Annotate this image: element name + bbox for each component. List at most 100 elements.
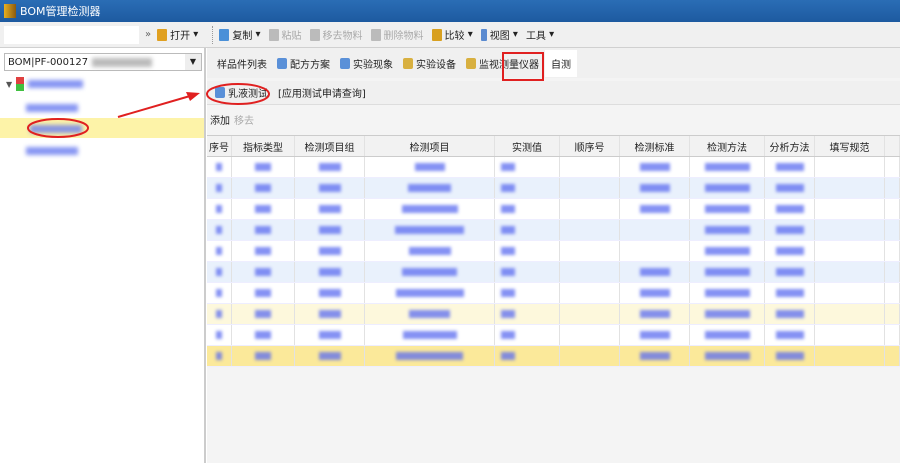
table-cell[interactable] <box>495 283 560 303</box>
column-header[interactable]: 检测项目 <box>365 136 495 156</box>
table-cell[interactable] <box>815 262 885 282</box>
table-row[interactable] <box>207 178 900 199</box>
table-cell[interactable] <box>365 262 495 282</box>
tab-formula[interactable]: 配方方案 <box>277 56 330 71</box>
table-cell[interactable] <box>495 262 560 282</box>
table-cell[interactable] <box>620 325 690 345</box>
table-cell[interactable] <box>295 304 365 324</box>
table-cell[interactable] <box>207 262 232 282</box>
table-cell[interactable] <box>815 325 885 345</box>
table-cell[interactable] <box>620 283 690 303</box>
table-cell[interactable] <box>815 199 885 219</box>
table-cell[interactable] <box>495 220 560 240</box>
table-cell[interactable] <box>690 157 765 177</box>
table-row[interactable] <box>207 325 900 346</box>
table-cell[interactable] <box>495 346 560 366</box>
table-cell[interactable] <box>365 283 495 303</box>
table-cell[interactable] <box>295 346 365 366</box>
table-cell[interactable] <box>495 241 560 261</box>
table-cell[interactable] <box>620 178 690 198</box>
bom-select[interactable]: BOM|PF-000127 ▼ <box>4 53 202 71</box>
tab-sample-list[interactable]: 样品件列表 <box>217 56 267 71</box>
table-cell[interactable] <box>620 262 690 282</box>
table-cell[interactable] <box>365 325 495 345</box>
table-cell[interactable] <box>207 304 232 324</box>
table-cell[interactable] <box>560 346 620 366</box>
table-cell[interactable] <box>207 283 232 303</box>
table-cell[interactable] <box>365 157 495 177</box>
table-cell[interactable] <box>495 304 560 324</box>
table-row[interactable] <box>207 157 900 178</box>
table-cell[interactable] <box>560 283 620 303</box>
column-header[interactable]: 序号 <box>207 136 232 156</box>
table-cell[interactable] <box>885 304 900 324</box>
table-row[interactable] <box>207 220 900 241</box>
table-cell[interactable] <box>295 262 365 282</box>
table-cell[interactable] <box>207 325 232 345</box>
table-cell[interactable] <box>815 304 885 324</box>
table-cell[interactable] <box>690 304 765 324</box>
table-cell[interactable] <box>295 283 365 303</box>
table-cell[interactable] <box>620 199 690 219</box>
tree-root[interactable]: ▼ <box>6 76 84 92</box>
tree-item[interactable] <box>26 143 78 159</box>
table-cell[interactable] <box>495 199 560 219</box>
table-cell[interactable] <box>365 346 495 366</box>
table-cell[interactable] <box>815 178 885 198</box>
table-cell[interactable] <box>560 220 620 240</box>
table-cell[interactable] <box>295 325 365 345</box>
table-cell[interactable] <box>365 304 495 324</box>
table-cell[interactable] <box>765 283 815 303</box>
add-button[interactable]: 添加 <box>210 112 230 127</box>
table-cell[interactable] <box>765 220 815 240</box>
table-cell[interactable] <box>885 346 900 366</box>
tree-item-selected[interactable] <box>30 121 82 137</box>
table-cell[interactable] <box>815 157 885 177</box>
tab-phenomenon[interactable]: 实验现象 <box>340 56 393 71</box>
table-cell[interactable] <box>690 325 765 345</box>
table-cell[interactable] <box>620 220 690 240</box>
column-header[interactable]: 顺序号 <box>560 136 620 156</box>
tools-button[interactable]: 工具 ▾ <box>526 27 554 42</box>
table-cell[interactable] <box>232 199 295 219</box>
tab-self-test[interactable]: 自测 <box>545 49 577 77</box>
table-cell[interactable] <box>815 220 885 240</box>
table-cell[interactable] <box>815 283 885 303</box>
table-cell[interactable] <box>207 157 232 177</box>
paste-button[interactable]: 粘贴 <box>268 27 302 42</box>
table-cell[interactable] <box>620 241 690 261</box>
column-header[interactable]: 填写规范 <box>815 136 885 156</box>
table-cell[interactable] <box>690 262 765 282</box>
table-cell[interactable] <box>232 220 295 240</box>
table-cell[interactable] <box>815 346 885 366</box>
table-cell[interactable] <box>885 325 900 345</box>
table-row[interactable] <box>207 199 900 220</box>
column-header[interactable]: 分析方法 <box>765 136 815 156</box>
table-cell[interactable] <box>885 262 900 282</box>
table-cell[interactable] <box>207 199 232 219</box>
move-material-button[interactable]: 移去物料 <box>309 27 363 42</box>
tab-equipment[interactable]: 实验设备 <box>403 56 456 71</box>
table-cell[interactable] <box>690 178 765 198</box>
table-cell[interactable] <box>765 325 815 345</box>
table-cell[interactable] <box>560 157 620 177</box>
table-cell[interactable] <box>885 157 900 177</box>
table-cell[interactable] <box>885 220 900 240</box>
open-button[interactable]: 打开 ▾ <box>157 27 198 42</box>
table-cell[interactable] <box>232 178 295 198</box>
table-cell[interactable] <box>690 241 765 261</box>
column-header[interactable]: 检测标准 <box>620 136 690 156</box>
table-cell[interactable] <box>295 199 365 219</box>
column-header[interactable]: 实测值 <box>495 136 560 156</box>
table-cell[interactable] <box>690 346 765 366</box>
collapse-icon[interactable]: ▼ <box>6 80 12 89</box>
table-cell[interactable] <box>232 325 295 345</box>
table-cell[interactable] <box>560 199 620 219</box>
table-cell[interactable] <box>232 157 295 177</box>
table-cell[interactable] <box>885 178 900 198</box>
table-cell[interactable] <box>765 241 815 261</box>
table-cell[interactable] <box>232 346 295 366</box>
table-cell[interactable] <box>765 346 815 366</box>
table-cell[interactable] <box>232 304 295 324</box>
table-row[interactable] <box>207 346 900 367</box>
